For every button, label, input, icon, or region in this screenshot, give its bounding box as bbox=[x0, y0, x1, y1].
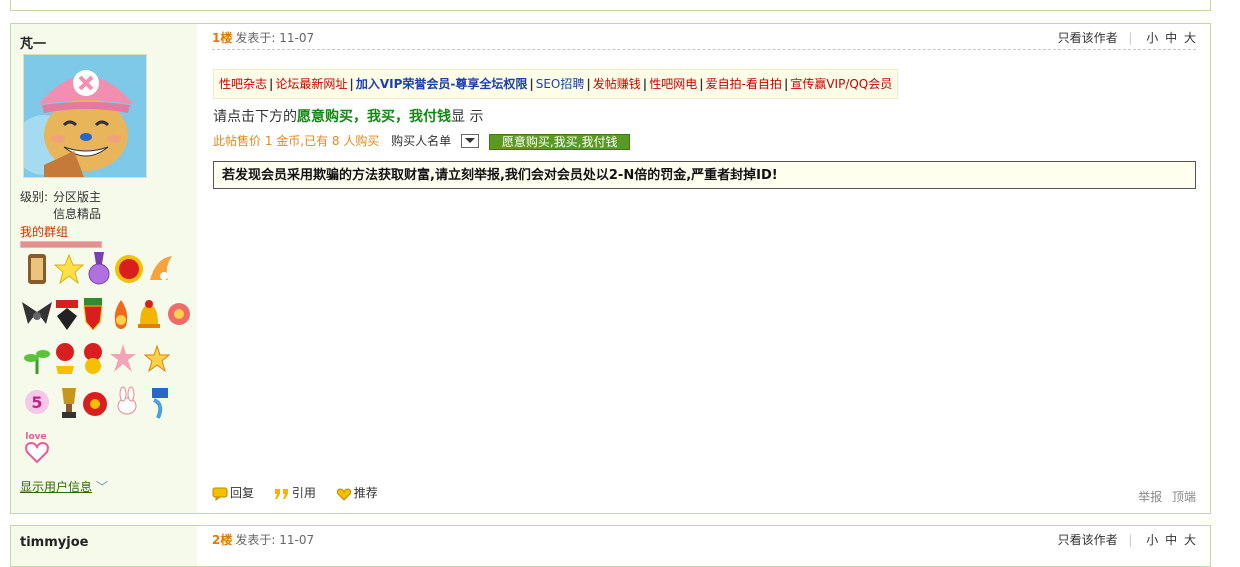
reply-button[interactable]: 回复 bbox=[212, 484, 254, 501]
scroll-medal-icon[interactable] bbox=[22, 252, 52, 286]
sale-price: 此帖售价 1 金币,已有 8 人购买 bbox=[213, 134, 380, 148]
shield-medal-icon[interactable] bbox=[78, 298, 108, 332]
star-burst-medal-icon[interactable] bbox=[108, 342, 138, 376]
ad-link-1[interactable]: 性吧杂志 bbox=[219, 77, 267, 91]
floor-number[interactable]: 1楼 bbox=[212, 31, 232, 45]
ad-link-7[interactable]: 爱自拍-看自拍 bbox=[706, 77, 782, 91]
reply-icon bbox=[212, 487, 228, 501]
ad-link-5[interactable]: 发帖赚钱 bbox=[593, 77, 641, 91]
yellow-star-medal-icon[interactable] bbox=[142, 342, 172, 376]
level-value: 分区版主 bbox=[53, 190, 102, 204]
post-header: 2楼 发表于: 11-07 只看该作者 | 小 中 大 bbox=[212, 533, 1196, 547]
quote-button[interactable]: 引用 bbox=[274, 484, 316, 501]
bunny-medal-icon[interactable] bbox=[112, 386, 142, 420]
green-plant-medal-icon[interactable] bbox=[22, 342, 52, 376]
ad-link-4[interactable]: SEO招聘 bbox=[536, 77, 585, 91]
fraud-notice: 若发现会员采用欺骗的方法获取财富,请立刻举报,我们会对会员处以2-N倍的罚金,严… bbox=[213, 161, 1196, 189]
post-time: 发表于: 11-07 bbox=[235, 31, 315, 45]
love-heart-medal-icon[interactable]: love bbox=[22, 430, 52, 464]
red-flower-medal-icon[interactable] bbox=[164, 298, 194, 332]
only-author-link[interactable]: 只看该作者 bbox=[1058, 31, 1118, 45]
ad-link-6[interactable]: 性吧网电 bbox=[649, 77, 697, 91]
5-badge-medal-icon[interactable]: 5 bbox=[22, 386, 52, 420]
sale-info: 此帖售价 1 金币,已有 8 人购买 购买人名单 愿意购买,我买,我付钱 bbox=[213, 132, 631, 150]
floor-number[interactable]: 2楼 bbox=[212, 533, 232, 547]
purple-ribbon-medal-icon[interactable] bbox=[84, 252, 114, 286]
purchase-instruction: 请点击下方的愿意购买，我买，我付钱显 示 bbox=[213, 109, 484, 125]
show-user-info-link[interactable]: 显示用户信息 ﹀ bbox=[20, 478, 108, 495]
font-size-large[interactable]: 大 bbox=[1184, 31, 1196, 45]
username[interactable]: timmyjoe bbox=[20, 535, 88, 550]
font-size-medium[interactable]: 中 bbox=[1165, 31, 1177, 45]
svg-text:love: love bbox=[25, 432, 46, 442]
buy-button[interactable]: 愿意购买,我买,我付钱 bbox=[488, 133, 631, 150]
level-value-secondary: 信息精品 bbox=[53, 207, 102, 221]
quote-icon bbox=[274, 488, 288, 499]
previous-post-frame bbox=[10, 0, 1211, 11]
wings-medal-icon[interactable] bbox=[22, 298, 52, 332]
star-medal-icon[interactable] bbox=[54, 252, 84, 286]
number-one-medal-icon[interactable] bbox=[50, 342, 80, 376]
post-content: 1楼 发表于: 11-07 只看该作者 | 小 中 大 性吧杂志 | 论坛最新网址 | 加… bbox=[212, 24, 1196, 513]
username[interactable]: 芃一 bbox=[20, 33, 46, 52]
post-header: 1楼 发表于: 11-07 只看该作者 | 小 中 大 bbox=[212, 29, 1196, 50]
post-content: 2楼 发表于: 11-07 只看该作者 | 小 中 大 bbox=[212, 526, 1196, 566]
rose-2-medal-icon[interactable] bbox=[78, 342, 108, 376]
ad-link-3[interactable]: 加入VIP荣誉会员-尊享全坛权限 bbox=[356, 77, 528, 91]
user-sidebar: 芃一 级别: 分区版主 信息精品 我的群组 5 love 显示用户信息 ﹀ bbox=[11, 24, 197, 513]
ad-link-2[interactable]: 论坛最新网址 bbox=[275, 77, 347, 91]
orange-flame-medal-icon[interactable] bbox=[146, 252, 176, 286]
font-size-large[interactable]: 大 bbox=[1184, 533, 1196, 547]
recommend-button[interactable]: 推荐 bbox=[336, 484, 378, 501]
ad-links-bar: 性吧杂志 | 论坛最新网址 | 加入VIP荣誉会员-尊享全坛权限 | SEO招聘 | 发帖赚钱 |… bbox=[213, 69, 899, 99]
svg-text:5: 5 bbox=[31, 393, 42, 412]
bell-medal-icon[interactable] bbox=[134, 298, 164, 332]
report-link[interactable]: 举报 bbox=[1138, 490, 1162, 504]
font-size-small[interactable]: 小 bbox=[1146, 31, 1158, 45]
avatar[interactable] bbox=[23, 54, 147, 178]
flame-cup-medal-icon[interactable] bbox=[106, 298, 136, 332]
buyer-list-label: 购买人名单 bbox=[391, 134, 452, 148]
post-actions: 回复 引用 推荐 bbox=[212, 484, 394, 501]
level-label: 级别: bbox=[20, 190, 49, 204]
buyer-list-dropdown[interactable] bbox=[461, 133, 480, 148]
heart-icon bbox=[336, 487, 351, 501]
only-author-link[interactable]: 只看该作者 bbox=[1058, 533, 1118, 547]
top-link[interactable]: 顶端 bbox=[1172, 490, 1196, 504]
group-progress-bar bbox=[20, 241, 102, 248]
chevron-down-icon: ﹀ bbox=[96, 480, 109, 494]
font-size-options: 小 中 大 bbox=[1143, 533, 1196, 547]
user-sidebar: timmyjoe bbox=[11, 526, 197, 566]
red-seal-medal-icon[interactable] bbox=[114, 252, 144, 286]
post-floor-1: 芃一 级别: 分区版主 信息精品 我的群组 5 love 显示用户信息 ﹀ 1楼… bbox=[10, 23, 1211, 514]
font-size-options: 小 中 大 bbox=[1143, 31, 1196, 45]
post-time: 发表于: 11-07 bbox=[235, 533, 315, 547]
my-group-link[interactable]: 我的群组 bbox=[20, 223, 68, 240]
post-floor-2: timmyjoe 2楼 发表于: 11-07 只看该作者 | 小 中 大 bbox=[10, 525, 1211, 567]
blue-flag-medal-icon[interactable] bbox=[144, 386, 174, 420]
hockey-puck-medal-icon[interactable] bbox=[80, 386, 110, 420]
font-size-medium[interactable]: 中 bbox=[1165, 533, 1177, 547]
font-size-small[interactable]: 小 bbox=[1146, 533, 1158, 547]
ad-link-8[interactable]: 宣传赢VIP/QQ会员 bbox=[790, 77, 892, 91]
